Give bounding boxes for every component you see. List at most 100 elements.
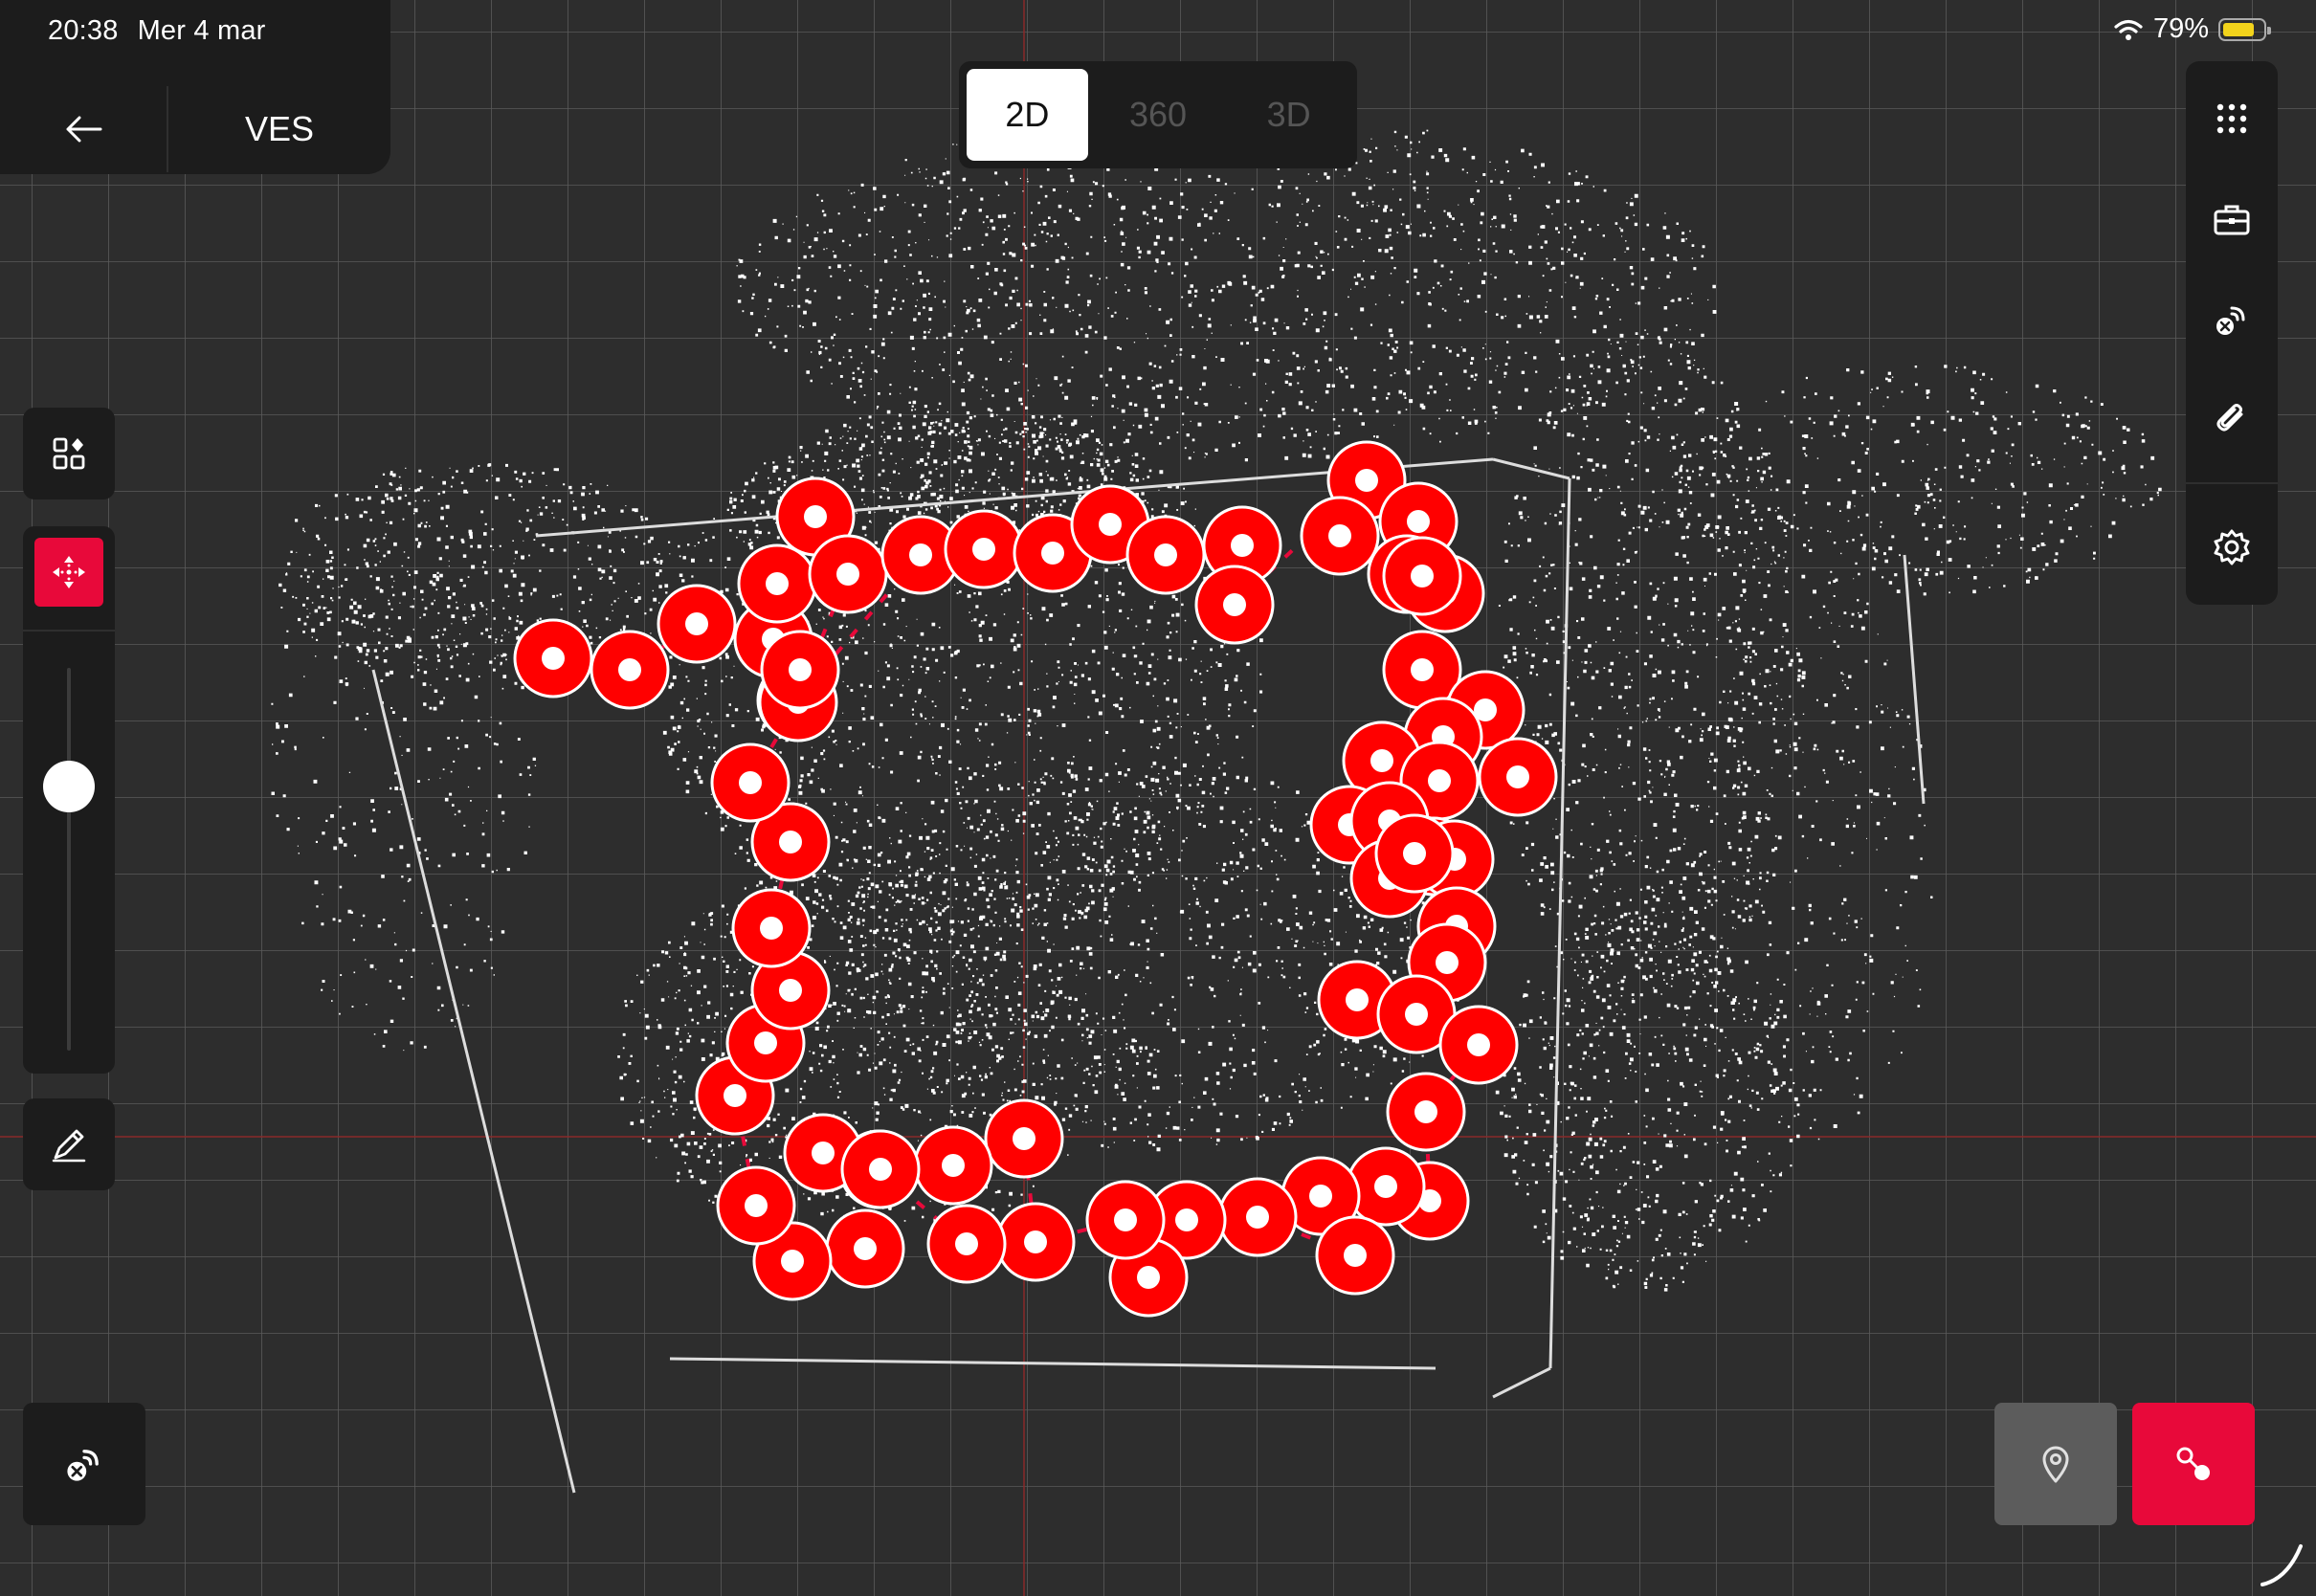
draw-button[interactable] bbox=[23, 1098, 115, 1190]
map-viewport[interactable] bbox=[0, 0, 2316, 1596]
attachments-button[interactable] bbox=[2186, 372, 2278, 468]
tab-3d[interactable]: 3D bbox=[1228, 69, 1349, 161]
scan-station-center bbox=[1407, 510, 1430, 533]
tools-button[interactable] bbox=[2186, 171, 2278, 267]
scan-station-center bbox=[724, 1084, 746, 1107]
scan-station-marker[interactable] bbox=[731, 888, 812, 968]
scan-station-marker[interactable] bbox=[760, 630, 840, 710]
arrow-left-icon bbox=[66, 116, 102, 143]
scan-station-center bbox=[745, 1194, 768, 1217]
scan-station-center bbox=[1344, 1244, 1367, 1267]
scan-station-marker[interactable] bbox=[1085, 1180, 1166, 1260]
scan-station-center bbox=[542, 647, 565, 670]
pan-mode-button[interactable] bbox=[34, 538, 103, 607]
scan-station-center bbox=[1137, 1266, 1160, 1289]
scan-station-marker[interactable] bbox=[913, 1125, 993, 1206]
scan-station-center bbox=[1309, 1185, 1332, 1208]
scan-station-center bbox=[1231, 534, 1254, 557]
scan-station-marker[interactable] bbox=[944, 509, 1024, 589]
scan-station-center bbox=[1411, 565, 1434, 587]
place-marker-button[interactable] bbox=[1994, 1403, 2117, 1525]
signal-disconnect-icon bbox=[2216, 306, 2245, 335]
scanner-connect-button[interactable] bbox=[23, 1403, 145, 1525]
wifi-icon bbox=[2114, 19, 2143, 40]
scan-station-marker[interactable] bbox=[590, 630, 670, 710]
scan-station-marker[interactable] bbox=[1438, 1005, 1519, 1085]
status-indicators: 79% bbox=[2113, 13, 2271, 45]
scan-station-center bbox=[1370, 749, 1393, 772]
scan-station-center bbox=[1411, 658, 1434, 681]
tab-2d[interactable]: 2D bbox=[967, 69, 1088, 161]
project-title: VES bbox=[244, 109, 315, 148]
toolbox-icon bbox=[2214, 205, 2250, 235]
scan-station-marker[interactable] bbox=[840, 1129, 921, 1209]
scan-station-marker[interactable] bbox=[808, 534, 888, 614]
route-points-icon bbox=[2176, 1447, 2210, 1480]
scan-station-marker[interactable] bbox=[710, 743, 791, 823]
scan-station-marker[interactable] bbox=[926, 1204, 1007, 1284]
battery-icon bbox=[2218, 17, 2271, 41]
panel-divider bbox=[23, 630, 115, 632]
status-clock: 20:38 Mer 4 mar bbox=[48, 15, 266, 47]
height-slider-thumb[interactable] bbox=[43, 761, 95, 812]
scan-station-marker[interactable] bbox=[1217, 1177, 1298, 1257]
scan-station-marker[interactable] bbox=[1125, 515, 1206, 595]
paperclip-icon bbox=[2216, 404, 2243, 432]
height-slider-track[interactable] bbox=[67, 668, 71, 1051]
scan-station-marker[interactable] bbox=[1194, 565, 1275, 645]
scan-station-center bbox=[812, 1142, 835, 1164]
scan-station-marker[interactable] bbox=[1386, 1072, 1466, 1152]
device-connection-button[interactable] bbox=[2186, 272, 2278, 367]
scan-station-center bbox=[1154, 543, 1177, 566]
map-grid bbox=[0, 0, 2316, 1596]
scan-station-center bbox=[779, 979, 802, 1002]
scan-station-marker[interactable] bbox=[513, 618, 593, 698]
scan-station-center bbox=[781, 1250, 804, 1273]
apps-grid-button[interactable] bbox=[2186, 71, 2278, 166]
back-button[interactable] bbox=[0, 86, 168, 172]
layers-button[interactable] bbox=[23, 408, 115, 499]
scan-station-marker[interactable] bbox=[1300, 496, 1380, 576]
navigation-panel bbox=[23, 526, 115, 1074]
widgets-icon bbox=[53, 437, 85, 470]
view-mode-switcher: 2D 360 3D bbox=[959, 61, 1357, 168]
scan-station-center bbox=[972, 538, 995, 561]
scan-station-center bbox=[766, 572, 789, 595]
scan-station-marker[interactable] bbox=[995, 1202, 1076, 1282]
scan-station-center bbox=[1223, 593, 1246, 616]
scan-station-center bbox=[1346, 988, 1369, 1011]
scan-station-center bbox=[909, 543, 932, 566]
scan-station-center bbox=[869, 1158, 892, 1181]
scan-station-marker[interactable] bbox=[1382, 536, 1462, 616]
scan-station-center bbox=[854, 1237, 877, 1260]
scan-station-marker[interactable] bbox=[1315, 1215, 1395, 1296]
scan-station-center bbox=[1041, 542, 1064, 565]
scan-station-center bbox=[1403, 842, 1426, 865]
scan-station-marker[interactable] bbox=[1478, 737, 1558, 817]
pen-icon bbox=[52, 1129, 86, 1163]
scan-station-center bbox=[1024, 1230, 1047, 1253]
scan-station-marker[interactable] bbox=[657, 584, 737, 664]
scan-station-marker[interactable] bbox=[737, 543, 817, 624]
scan-station-center bbox=[1013, 1127, 1036, 1150]
scan-station-center bbox=[1436, 951, 1459, 974]
scan-station-center bbox=[1175, 1208, 1198, 1231]
scan-station-marker[interactable] bbox=[984, 1098, 1064, 1179]
scan-station-center bbox=[1099, 513, 1122, 536]
scan-station-center bbox=[618, 658, 641, 681]
grid-dots-icon bbox=[2216, 103, 2247, 134]
scan-station-center bbox=[1246, 1206, 1269, 1229]
map-pin-icon bbox=[2042, 1446, 2069, 1483]
scan-station-center bbox=[1355, 469, 1378, 492]
scan-station-marker[interactable] bbox=[1374, 813, 1455, 894]
scan-station-center bbox=[1467, 1033, 1490, 1056]
scan-station-center bbox=[1328, 524, 1351, 547]
tab-360[interactable]: 360 bbox=[1098, 69, 1219, 161]
scan-station-center bbox=[779, 831, 802, 853]
settings-button[interactable] bbox=[2186, 499, 2278, 595]
scan-station-center bbox=[1414, 1100, 1437, 1123]
battery-percent: 79% bbox=[2152, 13, 2209, 44]
scan-path-button[interactable] bbox=[2132, 1403, 2255, 1525]
scan-station-marker[interactable] bbox=[825, 1208, 905, 1289]
scan-station-marker[interactable] bbox=[716, 1165, 796, 1246]
